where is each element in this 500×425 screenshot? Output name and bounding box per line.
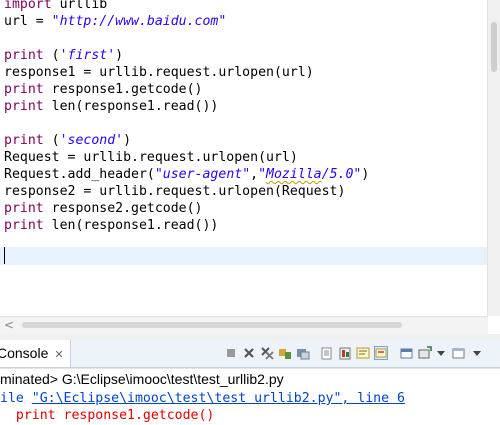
code-token: Request.add_header(: [4, 167, 155, 182]
word-wrap-icon[interactable]: [278, 346, 292, 360]
tab-console[interactable]: Console ✕: [0, 340, 71, 367]
code-line: print ('second'): [4, 132, 131, 149]
traceback-file-line: ile "G:\Eclipse\imooc\test\test urllib2.…: [0, 390, 405, 407]
code-token: print: [4, 133, 44, 148]
traceback-file-link[interactable]: "G:\Eclipse\imooc\test\test urllib2.py",…: [32, 391, 405, 406]
code-token: print: [4, 99, 44, 114]
editor-vertical-scrollbar[interactable]: [487, 0, 500, 316]
code-line: import urllib: [4, 0, 107, 13]
code-token: print: [4, 82, 44, 97]
show-stdout-icon[interactable]: [356, 346, 370, 360]
code-line: print response1.getcode(): [4, 81, 203, 98]
text-caret: [4, 247, 5, 264]
close-icon[interactable]: ✕: [54, 349, 63, 361]
code-token: response1 = urllib.request.urlopen(url): [4, 65, 314, 80]
code-token: /5.0": [321, 167, 362, 182]
code-token: len(response1.read()): [43, 218, 219, 233]
code-token: "user-agent": [154, 167, 251, 182]
code-token: 'second': [59, 133, 124, 148]
code-line: print len(response1.read()): [4, 98, 218, 115]
code-line: Request = urllib.request.urlopen(url): [4, 149, 298, 166]
traceback-code-line: print response1.getcode(): [0, 408, 215, 423]
code-line: print len(response1.read()): [4, 217, 218, 234]
code-token: ): [123, 133, 132, 148]
code-token: print: [4, 201, 44, 216]
console-menu-icon[interactable]: [418, 346, 432, 360]
remove-all-icon[interactable]: [260, 346, 274, 360]
code-line: response1 = urllib.request.urlopen(url): [4, 64, 314, 81]
clear-console-icon[interactable]: [320, 346, 334, 360]
code-token: import: [4, 0, 52, 12]
code-token: Mozilla: [266, 167, 322, 182]
chevron-down-icon[interactable]: [434, 346, 448, 360]
console-launch-description: minated> G:\Eclipse\imooc\test\test_urll…: [0, 371, 284, 387]
code-token: urllib: [51, 0, 108, 12]
open-console-icon[interactable]: [400, 346, 414, 360]
code-line: Request.add_header("user-agent","Mozilla…: [4, 166, 369, 183]
horizontal-scroll-thumb[interactable]: [22, 322, 402, 328]
code-token: url =: [4, 14, 52, 29]
console-tab-bar: Console ✕: [0, 340, 500, 368]
code-token: print: [4, 48, 44, 63]
code-editor[interactable]: import urllib url = "http://www.baidu.com…: [0, 0, 488, 316]
code-token: ,: [250, 167, 259, 182]
code-token: Request = urllib.request.urlopen(url): [4, 150, 298, 165]
code-token: ): [361, 167, 370, 182]
current-line-highlight: [0, 247, 488, 265]
editor-horizontal-scrollbar[interactable]: <: [0, 316, 488, 334]
vertical-scroll-thumb[interactable]: [491, 22, 497, 72]
traceback-prefix: ile: [0, 391, 32, 406]
code-token: response1.getcode(): [43, 82, 203, 97]
code-line: print ('first'): [4, 47, 123, 64]
code-line: url = "http://www.baidu.com": [4, 13, 226, 30]
console-tab-label: Console: [0, 345, 49, 361]
code-token: (: [43, 133, 60, 148]
new-console-icon[interactable]: [452, 346, 466, 360]
remove-launch-icon[interactable]: [242, 346, 256, 360]
code-token: print: [4, 218, 44, 233]
chevron-down-icon[interactable]: [470, 346, 484, 360]
code-line: print response2.getcode(): [4, 200, 203, 217]
code-token: len(response1.read()): [43, 99, 219, 114]
code-token: 'first': [59, 48, 116, 63]
show-stderr-icon[interactable]: [374, 346, 388, 360]
code-token: (: [43, 48, 60, 63]
pin-console-icon[interactable]: [338, 346, 352, 360]
code-token: ": [258, 167, 267, 182]
code-token: ): [115, 48, 124, 63]
scroll-left-icon[interactable]: <: [4, 317, 14, 334]
code-line: response2 = urllib.request.urlopen(Reque…: [4, 183, 345, 200]
code-token: "http://www.baidu.com": [51, 14, 227, 29]
scroll-lock-icon[interactable]: [296, 346, 310, 360]
terminate-icon[interactable]: [224, 346, 238, 360]
code-token: response2 = urllib.request.urlopen(Reque…: [4, 184, 346, 199]
code-token: response2.getcode(): [43, 201, 203, 216]
